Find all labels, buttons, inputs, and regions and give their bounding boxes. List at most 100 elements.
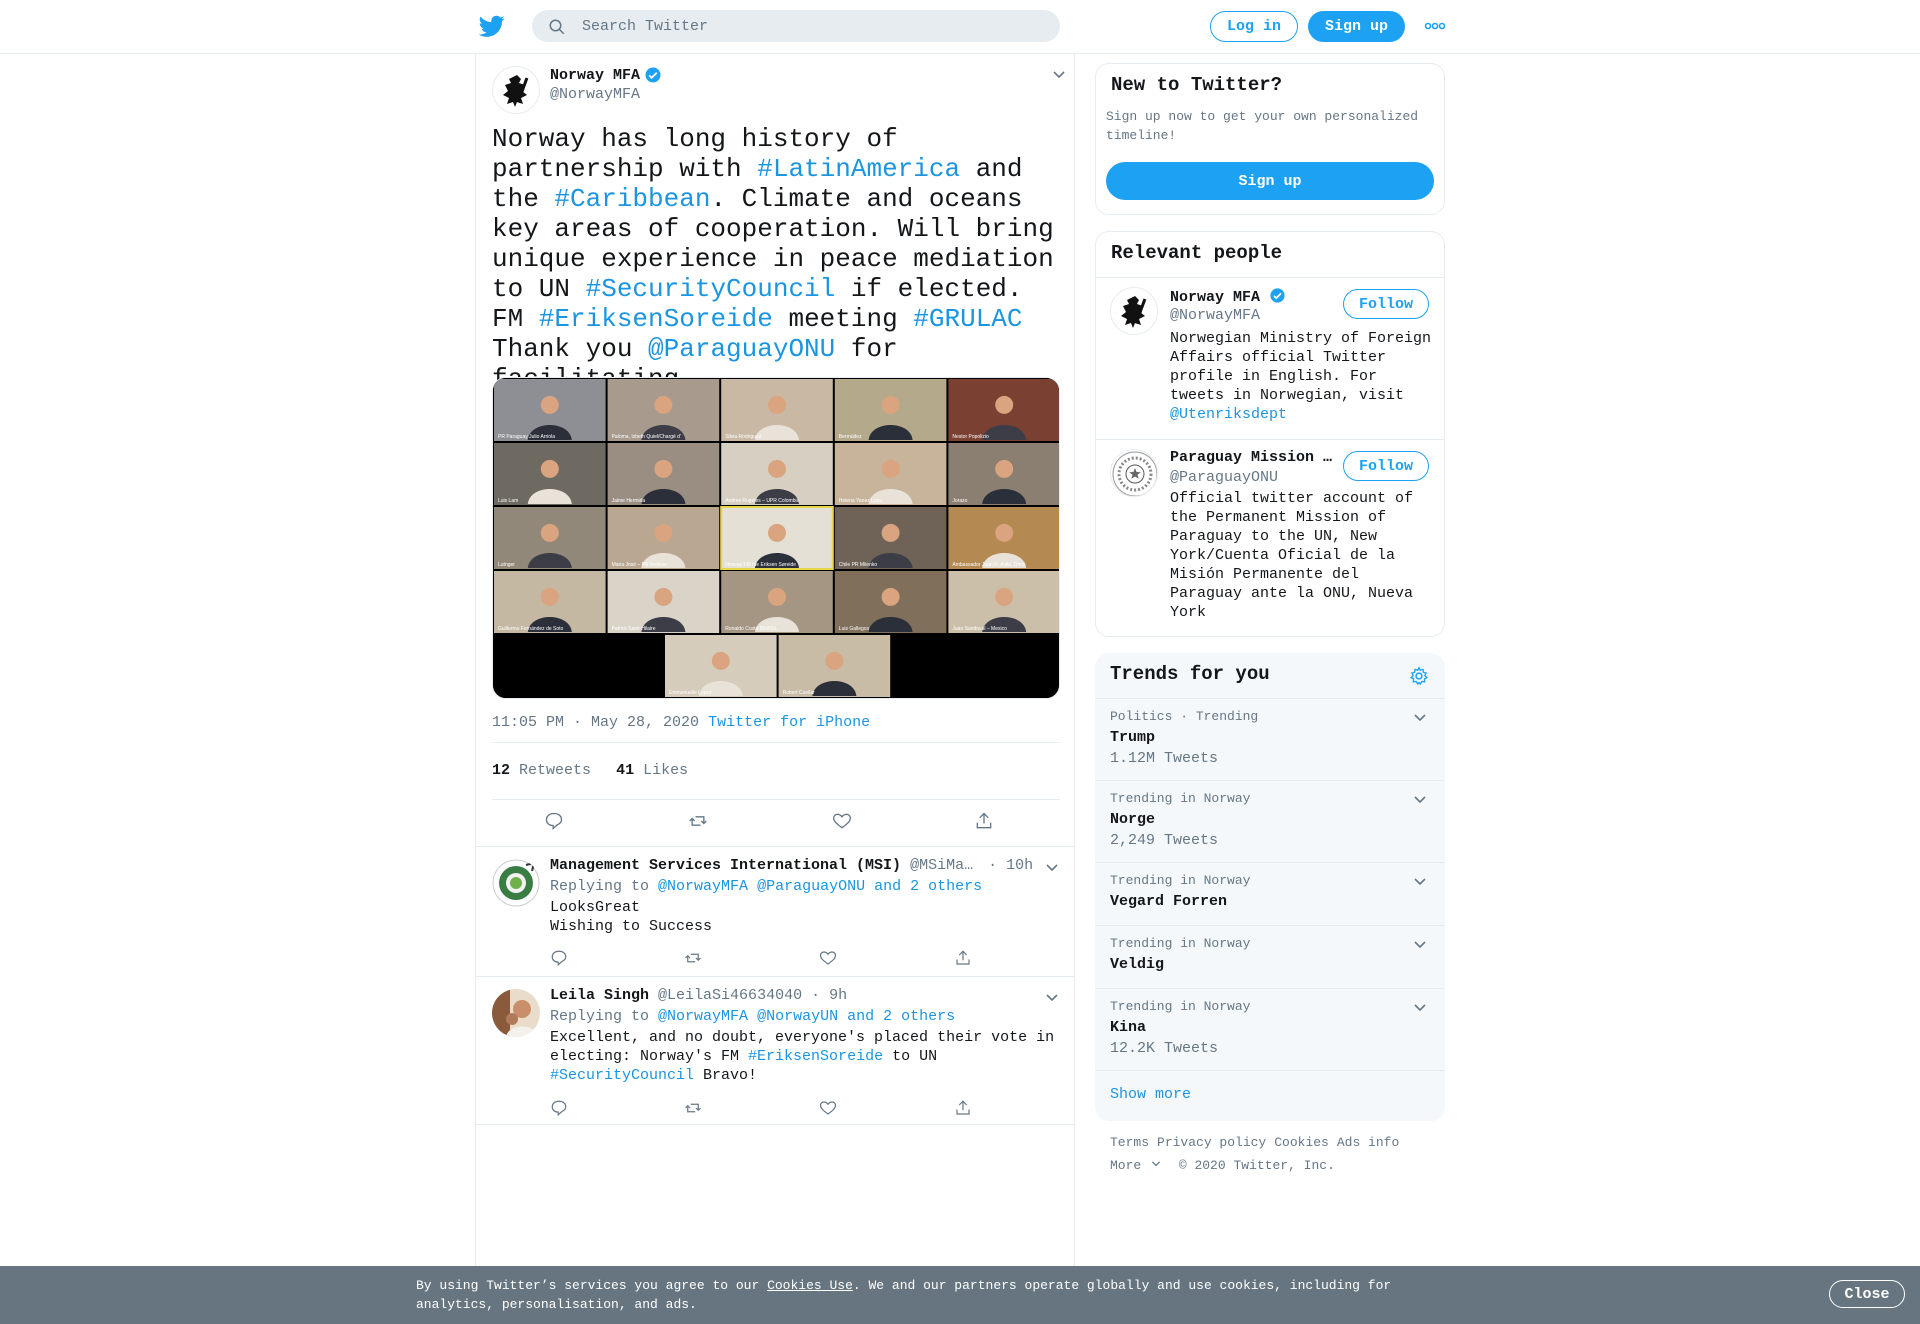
replying-label: Replying to [550, 1008, 650, 1025]
footer-link-privacy[interactable]: Privacy policy [1157, 1135, 1266, 1150]
hashtag-or-mention-link[interactable]: #EriksenSoreide [748, 1048, 883, 1065]
paraguay-seal-icon [1112, 451, 1157, 496]
reply-author-handle[interactable]: @MSiMa… [910, 857, 973, 874]
hashtag-or-mention-link[interactable]: @ParaguayONU [648, 334, 835, 364]
chevron-down-icon[interactable] [1413, 793, 1427, 807]
login-button[interactable]: Log in [1210, 11, 1298, 42]
avatar[interactable] [1110, 449, 1158, 497]
chevron-down-icon[interactable] [1413, 1001, 1427, 1015]
bio-mention-link[interactable]: @Utenriksdept [1170, 406, 1287, 423]
reply-icon[interactable] [544, 811, 564, 831]
chevron-down-icon[interactable] [1151, 1159, 1161, 1169]
twitter-bird-logo-icon[interactable] [478, 13, 506, 39]
chevron-down-icon[interactable] [1045, 861, 1059, 875]
reply-author-name[interactable]: Management Services International (MSI) [550, 857, 901, 874]
copyright: © 2020 Twitter, Inc. [1178, 1158, 1335, 1173]
person-handle[interactable]: @ParaguayONU [1170, 469, 1278, 486]
tweet-media-video-call-grid[interactable]: PR Paraguay Julio Arriola Paloma, Izbeth … [492, 377, 1060, 699]
reply-time[interactable]: · 9h [811, 987, 847, 1004]
reply-text: Excellent, and no doubt, everyone's plac… [550, 1028, 1060, 1085]
trend-name[interactable]: Trump [1110, 729, 1155, 746]
like-heart-icon[interactable] [819, 949, 837, 967]
trend-item[interactable]: Trending in Norway Norge 2,249 Tweets [1095, 780, 1445, 862]
reply-author-handle[interactable]: @LeilaSi46634040 [658, 987, 802, 1004]
replying-to-links[interactable]: @NorwayMFA @NorwayUN and 2 others [658, 1008, 955, 1025]
hashtag-or-mention-link[interactable]: #LatinAmerica [757, 154, 960, 184]
hashtag-or-mention-link[interactable]: #GRULAC [913, 304, 1022, 334]
trend-item[interactable]: Trending in Norway Veldig [1095, 925, 1445, 988]
avatar[interactable] [492, 859, 540, 907]
signup-button[interactable]: Sign up [1106, 162, 1434, 200]
trend-item[interactable]: Politics · Trending Trump 1.12M Tweets [1095, 698, 1445, 780]
trend-name[interactable]: Kina [1110, 1019, 1146, 1036]
reply-icon[interactable] [550, 949, 568, 967]
likes-label[interactable]: Likes [643, 762, 688, 779]
person-name[interactable]: Paraguay Mission … [1170, 449, 1332, 466]
trend-name[interactable]: Norge [1110, 811, 1155, 828]
trend-context: Trending in Norway [1110, 791, 1251, 806]
trend-name[interactable]: Veldig [1110, 956, 1164, 973]
verified-badge-icon [1270, 288, 1285, 303]
footer-more-link[interactable]: More [1110, 1158, 1141, 1173]
chevron-down-icon[interactable] [1413, 938, 1427, 952]
person-name-text[interactable]: Norway MFA [1170, 289, 1260, 306]
reply-icon[interactable] [550, 1099, 568, 1117]
replying-to-links[interactable]: @NorwayMFA @ParaguayONU and 2 others [658, 878, 982, 895]
footer-link-terms[interactable]: Terms [1110, 1135, 1149, 1150]
retweets-label[interactable]: Retweets [519, 762, 591, 779]
avatar[interactable] [492, 66, 540, 114]
retweet-icon[interactable] [684, 1099, 702, 1117]
trend-item[interactable]: Trending in Norway Vegard Forren [1095, 862, 1445, 925]
footer-link-ads-info[interactable]: Ads info [1337, 1135, 1399, 1150]
likes-count[interactable]: 41 [616, 762, 634, 779]
hashtag-or-mention-link[interactable]: #EriksenSoreide [539, 304, 773, 334]
follow-button[interactable]: Follow [1343, 289, 1429, 319]
trend-name[interactable]: Vegard Forren [1110, 893, 1227, 910]
trend-item[interactable]: Trending in Norway Kina 12.2K Tweets [1095, 988, 1445, 1070]
avatar[interactable] [492, 989, 540, 1037]
reply-time[interactable]: · 10h [988, 857, 1033, 874]
hashtag-or-mention-link[interactable]: #SecurityCouncil [550, 1067, 694, 1084]
retweet-icon[interactable] [688, 811, 708, 831]
retweets-count[interactable]: 12 [492, 762, 510, 779]
video-tile: Patrick Saint-Hilaire [607, 571, 720, 633]
author-handle[interactable]: @NorwayMFA [550, 86, 640, 103]
chevron-down-icon[interactable] [1045, 991, 1059, 1005]
share-icon[interactable] [954, 949, 972, 967]
reply-tweet[interactable]: Leila Singh @LeilaSi46634040 · 9h Replyi… [476, 977, 1074, 1125]
author-name[interactable]: Norway MFA [550, 67, 640, 84]
person-item[interactable]: Paraguay Mission … @ParaguayONU Follow O… [1096, 439, 1444, 636]
avatar[interactable] [1110, 287, 1158, 335]
signup-button[interactable]: Sign up [1308, 11, 1405, 42]
share-icon[interactable] [954, 1099, 972, 1117]
chevron-down-icon[interactable] [1052, 68, 1066, 82]
person-name[interactable]: Norway MFA [1170, 287, 1286, 306]
chevron-down-icon[interactable] [1413, 711, 1427, 725]
close-button[interactable]: Close [1829, 1280, 1905, 1308]
person-handle[interactable]: @NorwayMFA [1170, 307, 1260, 324]
text-segment: Thank you [492, 334, 649, 364]
tweet-source-link[interactable]: Twitter for iPhone [708, 714, 870, 731]
gear-icon[interactable] [1409, 666, 1429, 686]
reply-author-name[interactable]: Leila Singh [550, 987, 649, 1004]
share-icon[interactable] [974, 811, 994, 831]
hashtag-or-mention-link[interactable]: #SecurityCouncil [586, 274, 836, 304]
footer-link-cookies[interactable]: Cookies [1274, 1135, 1329, 1150]
search-input[interactable] [582, 10, 1042, 42]
tweet-timestamp[interactable]: 11:05 PM · May 28, 2020 [492, 714, 699, 731]
follow-button[interactable]: Follow [1343, 451, 1429, 481]
person-bio: Norwegian Ministry of Foreign Affairs of… [1170, 329, 1435, 424]
text-segment: to UN [883, 1048, 938, 1065]
person-item[interactable]: Norway MFA @NorwayMFA Follow Norwegian M… [1096, 277, 1444, 439]
cookies-use-link[interactable]: Cookies Use [767, 1278, 853, 1293]
retweet-icon[interactable] [684, 949, 702, 967]
like-heart-icon[interactable] [819, 1099, 837, 1117]
video-tile-label: Guillermo Fernández de Soto [498, 626, 564, 632]
more-options-icon[interactable] [1424, 20, 1446, 32]
show-more-link[interactable]: Show more [1110, 1086, 1191, 1103]
hashtag-or-mention-link[interactable]: #Caribbean [554, 184, 710, 214]
reply-tweet[interactable]: Management Services International (MSI) … [476, 847, 1074, 977]
like-heart-icon[interactable] [832, 811, 852, 831]
search-box[interactable] [532, 10, 1060, 42]
chevron-down-icon[interactable] [1413, 875, 1427, 889]
